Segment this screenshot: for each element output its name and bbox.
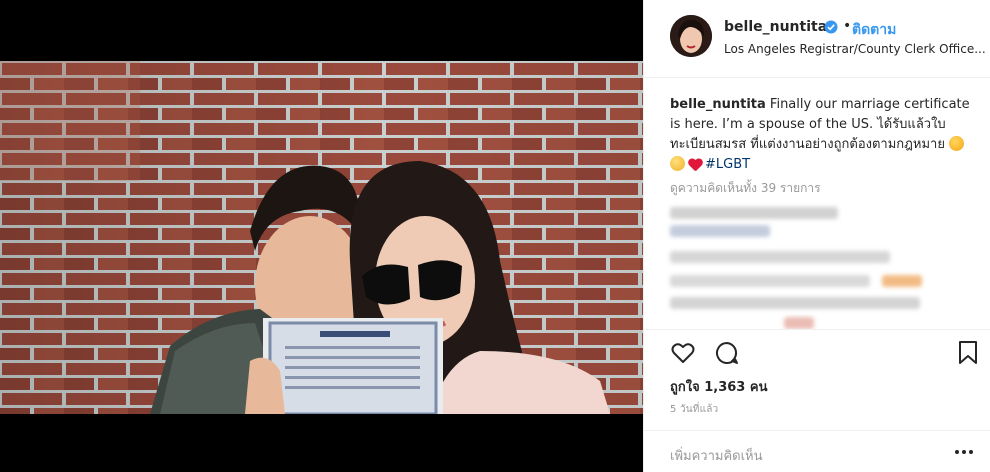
hashtag-link[interactable]: #LGBT	[705, 157, 750, 172]
location-link[interactable]: Los Angeles Registrar/County Clerk Offic…	[724, 42, 986, 56]
bookmark-icon[interactable]	[955, 339, 981, 365]
heart-outline-icon[interactable]	[670, 340, 696, 366]
add-comment-input[interactable]: เพิ่มความคิดเห็น	[670, 445, 763, 466]
comment-bubble-icon[interactable]	[714, 340, 740, 366]
blurred-comment	[670, 251, 890, 263]
view-all-comments-link[interactable]: ดูความคิดเห็นทั้ง 39 รายการ	[670, 179, 821, 198]
caption-username[interactable]: belle_nuntita	[670, 97, 766, 112]
comments-section[interactable]: belle_nuntita Finally our marriage certi…	[644, 79, 990, 329]
couple-selfie-image	[0, 61, 643, 414]
post-caption: belle_nuntita Finally our marriage certi…	[670, 95, 976, 175]
post-timestamp[interactable]: 5 วันที่แล้ว	[670, 402, 718, 417]
blurred-comment	[670, 207, 838, 219]
follow-button[interactable]: ติดตาม	[852, 19, 896, 41]
post-header: belle_nuntita • ติดตาม Los Angeles Regis…	[644, 0, 990, 78]
avatar-image	[670, 15, 712, 57]
likes-count[interactable]: ถูกใจ 1,363 คน	[670, 376, 767, 397]
username-link[interactable]: belle_nuntita	[724, 19, 827, 35]
post-media[interactable]	[0, 0, 643, 472]
blurred-comment	[882, 275, 922, 287]
post-photo[interactable]	[0, 61, 643, 414]
verified-badge-icon	[824, 20, 838, 34]
avatar[interactable]	[670, 15, 712, 57]
blurred-comment	[670, 297, 920, 309]
add-comment-bar: เพิ่มความคิดเห็น	[644, 430, 990, 472]
kiss-emoji-icon	[949, 136, 965, 151]
red-heart-emoji-icon	[688, 158, 702, 171]
hug-emoji-icon	[670, 156, 685, 171]
blurred-comment	[670, 275, 870, 287]
blurred-comment	[784, 317, 814, 329]
post-side-panel: belle_nuntita • ติดตาม Los Angeles Regis…	[643, 0, 990, 472]
blurred-comment	[670, 225, 770, 237]
separator-dot: •	[843, 18, 852, 34]
more-options-icon[interactable]	[954, 449, 974, 455]
